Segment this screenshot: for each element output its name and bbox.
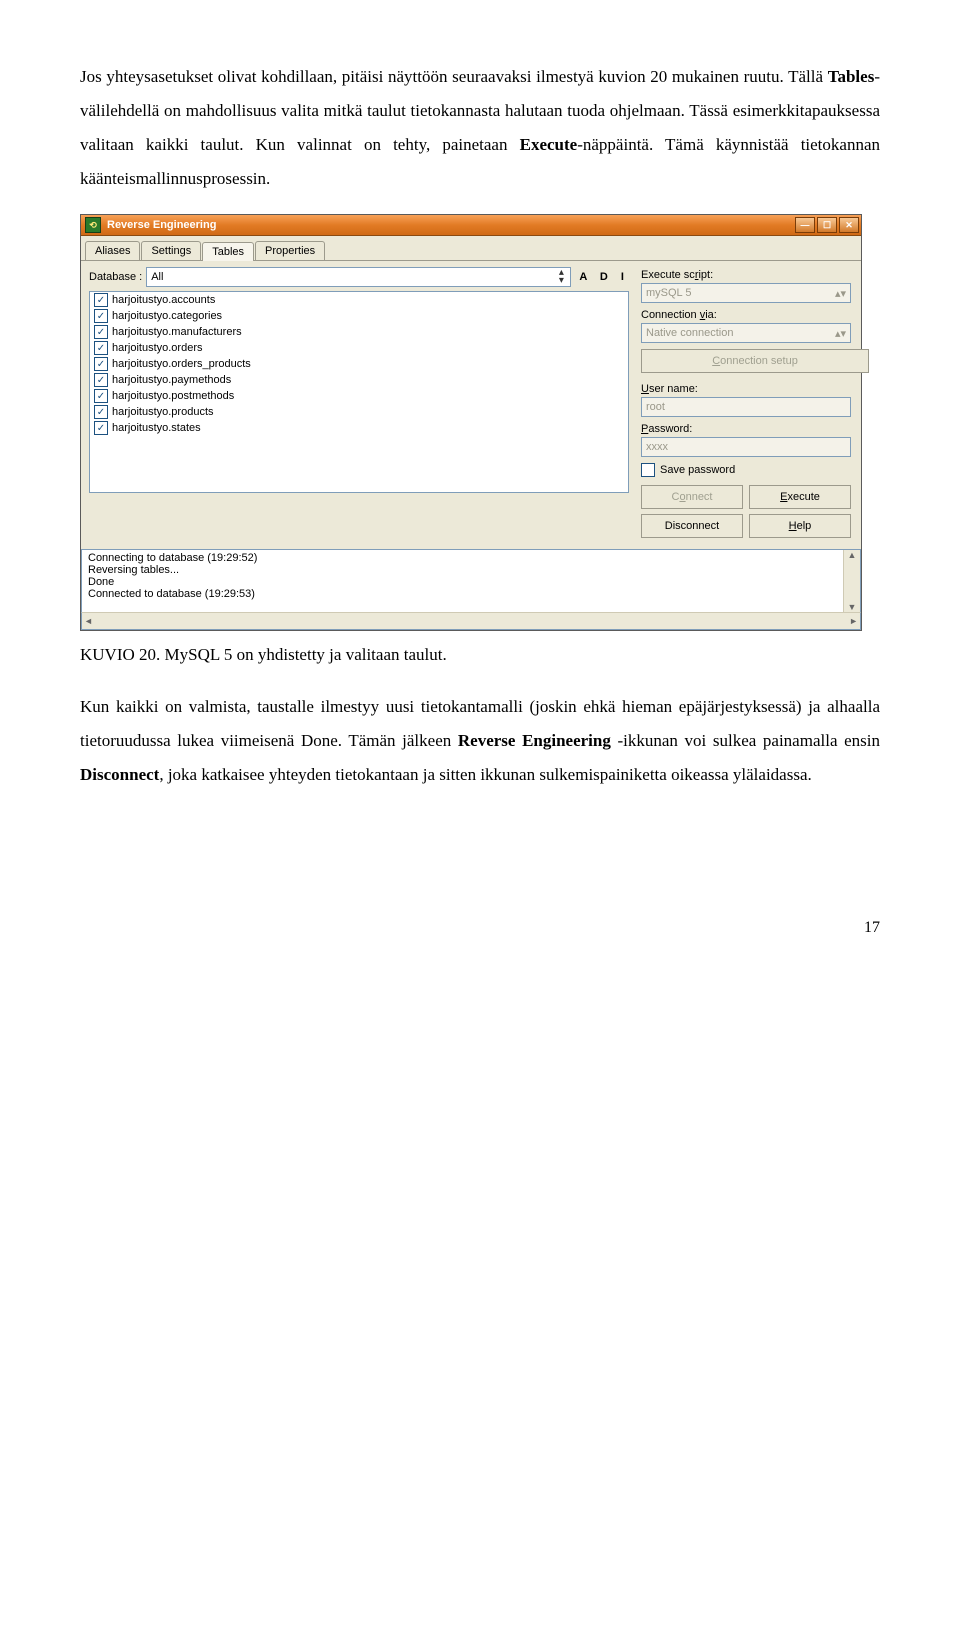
save-password-checkbox[interactable] [641, 463, 655, 477]
database-combo[interactable]: All ▴▾ [146, 267, 571, 287]
password-value: xxxx [646, 441, 668, 453]
spinner-icon: ▴▾ [554, 269, 568, 285]
vertical-scrollbar[interactable]: ▲▼ [843, 550, 860, 612]
checkbox-icon[interactable]: ✓ [94, 389, 108, 403]
execute-button[interactable]: Execute [749, 485, 851, 509]
table-name: harjoitustyo.orders_products [112, 358, 251, 370]
table-name: harjoitustyo.paymethods [112, 374, 231, 386]
reverse-engineering-term: Reverse Engineering [458, 731, 611, 750]
username-label: User name: [641, 383, 851, 395]
tab-properties[interactable]: Properties [255, 241, 325, 260]
password-field[interactable]: xxxx [641, 437, 851, 457]
log-line: Connecting to database (19:29:52) [88, 552, 854, 564]
scroll-up-icon[interactable]: ▲ [848, 550, 857, 560]
horizontal-scrollbar[interactable]: ◄ ► [81, 612, 861, 630]
checkbox-icon[interactable]: ✓ [94, 325, 108, 339]
page-number: 17 [80, 912, 880, 944]
scroll-right-icon[interactable]: ► [849, 616, 858, 626]
list-item[interactable]: ✓ harjoitustyo.paymethods [90, 372, 628, 388]
tables-term: Tables [828, 67, 875, 86]
username-value: root [646, 401, 665, 413]
table-name: harjoitustyo.accounts [112, 294, 215, 306]
text: -ikkunan voi sulkea painamalla ensin [611, 731, 880, 750]
checkbox-icon[interactable]: ✓ [94, 421, 108, 435]
connect-button[interactable]: Connect [641, 485, 743, 509]
scroll-left-icon[interactable]: ◄ [84, 616, 93, 626]
connection-via-label: Connection via: [641, 309, 851, 321]
text: Jos yhteysasetukset olivat kohdillaan, p… [80, 67, 828, 86]
paragraph-2: Kun kaikki on valmista, taustalle ilmest… [80, 690, 880, 792]
table-name: harjoitustyo.products [112, 406, 214, 418]
adi-buttons[interactable]: A D I [579, 271, 629, 283]
titlebar[interactable]: ⟲ Reverse Engineering — ☐ ✕ [81, 215, 861, 236]
execute-term: Execute [520, 135, 578, 154]
app-icon: ⟲ [85, 217, 101, 233]
checkbox-icon[interactable]: ✓ [94, 405, 108, 419]
username-field[interactable]: root [641, 397, 851, 417]
table-name: harjoitustyo.manufacturers [112, 326, 242, 338]
save-password-label: Save password [660, 464, 735, 476]
table-name: harjoitustyo.orders [112, 342, 203, 354]
close-button[interactable]: ✕ [839, 217, 859, 233]
window-title: Reverse Engineering [107, 219, 216, 231]
table-name: harjoitustyo.postmethods [112, 390, 234, 402]
log-line: Connected to database (19:29:53) [88, 588, 854, 600]
connection-setup-button[interactable]: Connection setup [641, 349, 869, 373]
list-item[interactable]: ✓ harjoitustyo.manufacturers [90, 324, 628, 340]
spinner-icon: ▴▾ [835, 327, 846, 340]
list-item[interactable]: ✓ harjoitustyo.orders [90, 340, 628, 356]
right-pane: Execute script: mySQL 5 ▴▾ Connection vi… [635, 261, 861, 549]
tab-settings[interactable]: Settings [141, 241, 201, 260]
scroll-down-icon[interactable]: ▼ [848, 602, 857, 612]
database-value: All [151, 271, 163, 283]
checkbox-icon[interactable]: ✓ [94, 309, 108, 323]
log-pane: Connecting to database (19:29:52) Revers… [81, 549, 861, 612]
minimize-button[interactable]: — [795, 217, 815, 233]
checkbox-icon[interactable]: ✓ [94, 373, 108, 387]
table-name: harjoitustyo.categories [112, 310, 222, 322]
database-label: Database : [89, 271, 142, 283]
list-item[interactable]: ✓ harjoitustyo.categories [90, 308, 628, 324]
connection-via-value: Native connection [646, 327, 733, 339]
checkbox-icon[interactable]: ✓ [94, 357, 108, 371]
maximize-button[interactable]: ☐ [817, 217, 837, 233]
table-name: harjoitustyo.states [112, 422, 201, 434]
reverse-engineering-window: ⟲ Reverse Engineering — ☐ ✕ Aliases Sett… [80, 214, 862, 631]
disconnect-button[interactable]: Disconnect [641, 514, 743, 538]
text: , joka katkaisee yhteyden tietokantaan j… [159, 765, 811, 784]
left-pane: Database : All ▴▾ A D I ✓ harjoitustyo.ac… [81, 261, 635, 549]
help-button[interactable]: Help [749, 514, 851, 538]
figure-caption: KUVIO 20. MySQL 5 on yhdistetty ja valit… [80, 641, 880, 670]
execute-script-value: mySQL 5 [646, 287, 691, 299]
execute-script-combo[interactable]: mySQL 5 ▴▾ [641, 283, 851, 303]
connection-via-combo[interactable]: Native connection ▴▾ [641, 323, 851, 343]
log-line: Done [88, 576, 854, 588]
list-item[interactable]: ✓ harjoitustyo.states [90, 420, 628, 436]
checkbox-icon[interactable]: ✓ [94, 293, 108, 307]
disconnect-term: Disconnect [80, 765, 159, 784]
checkbox-icon[interactable]: ✓ [94, 341, 108, 355]
table-list[interactable]: ✓ harjoitustyo.accounts ✓ harjoitustyo.cat… [89, 291, 629, 493]
password-label: Password: [641, 423, 851, 435]
log-line: Reversing tables... [88, 564, 854, 576]
spinner-icon: ▴▾ [835, 287, 846, 300]
list-item[interactable]: ✓ harjoitustyo.products [90, 404, 628, 420]
execute-script-label: Execute script: [641, 269, 851, 281]
list-item[interactable]: ✓ harjoitustyo.postmethods [90, 388, 628, 404]
tab-aliases[interactable]: Aliases [85, 241, 140, 260]
paragraph-1: Jos yhteysasetukset olivat kohdillaan, p… [80, 60, 880, 196]
list-item[interactable]: ✓ harjoitustyo.accounts [90, 292, 628, 308]
tab-tables[interactable]: Tables [202, 242, 254, 261]
list-item[interactable]: ✓ harjoitustyo.orders_products [90, 356, 628, 372]
tabs: Aliases Settings Tables Properties [81, 236, 861, 261]
